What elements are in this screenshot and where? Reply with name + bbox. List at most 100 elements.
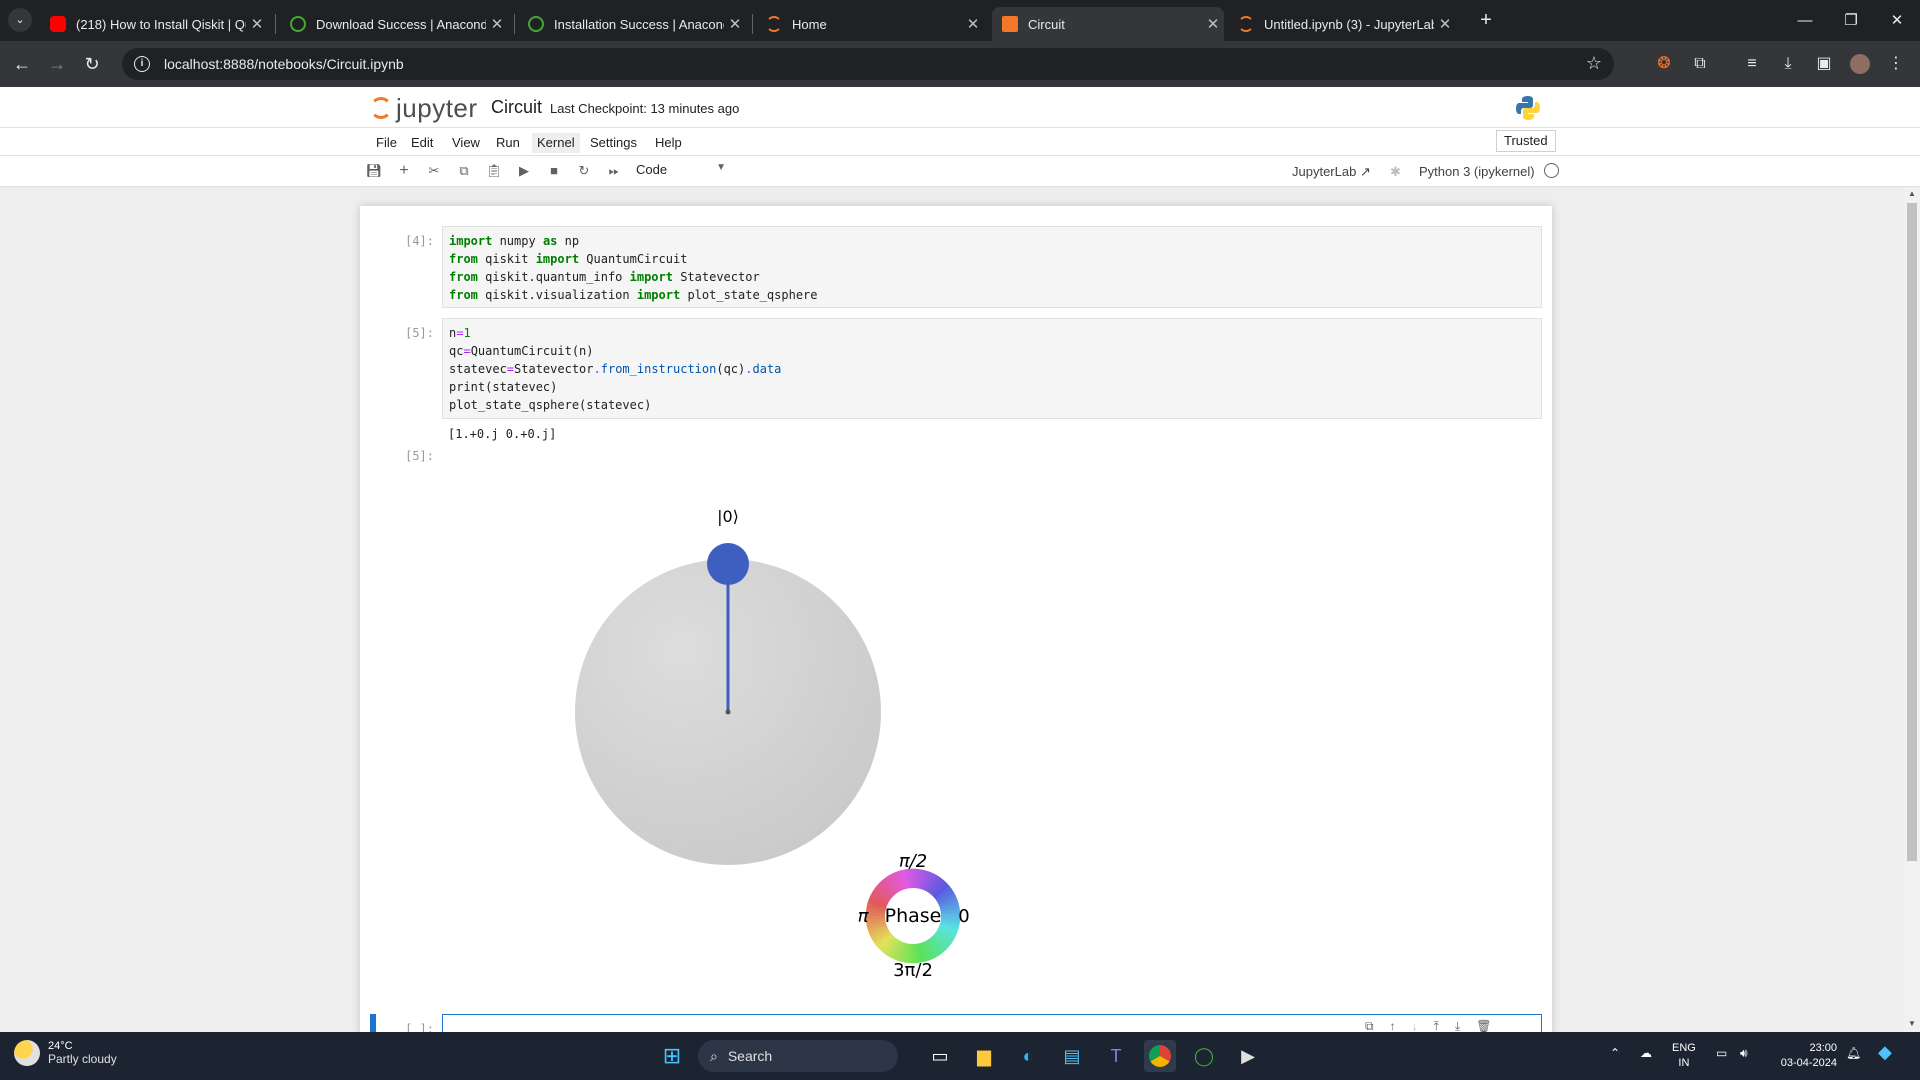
cell-type-select[interactable]: Code ▼ <box>636 162 726 181</box>
jupyter-icon <box>766 16 782 32</box>
copilot-icon[interactable]: ◆ <box>1878 1042 1892 1063</box>
menu-settings[interactable]: Settings <box>585 133 642 153</box>
jupyterlab-link[interactable]: JupyterLab ↗ <box>1292 164 1371 180</box>
extensions-puzzle-icon[interactable]: ⧉ <box>1688 52 1712 76</box>
task-view-icon[interactable]: ▭ <box>924 1040 956 1072</box>
save-icon[interactable]: 💾︎ <box>364 161 384 181</box>
scroll-down-icon[interactable]: ▼ <box>1908 1019 1916 1028</box>
download-icon[interactable]: ⤓ <box>1776 52 1800 76</box>
close-window-button[interactable]: ✕ <box>1874 6 1920 36</box>
browser-tab-strip: ⌄ (218) How to Install Qiskit | Qua ✕ Do… <box>0 0 1920 41</box>
browser-tab-2[interactable]: Installation Success | Anaconda ✕ <box>518 7 746 41</box>
notebook-toolbar: 💾︎ + ✂ ⧉ 📋︎ ▶ ■ ↻ ⏩︎ Code ▼ JupyterLab ↗… <box>0 156 1920 187</box>
store-icon[interactable]: ▤ <box>1056 1040 1088 1072</box>
notebook-panel: [4]: import numpy as np from qiskit impo… <box>360 206 1552 1036</box>
phase-wheel: Phase π/2 π 0 3π/2 <box>858 851 970 981</box>
tray-overflow-icon[interactable]: ⌃ <box>1610 1046 1620 1060</box>
clock-date: 03-04-2024 <box>1780 1057 1837 1069</box>
network-icon[interactable]: ▭ <box>1716 1046 1727 1060</box>
phase-tick-right: 0 <box>958 906 969 927</box>
windows-taskbar: 24°C Partly cloudy ⊞ ⌕ Search ▭ ▆ ◐ ▤ T … <box>0 1032 1920 1080</box>
browser-tab-5[interactable]: Untitled.ipynb (3) - JupyterLab ✕ <box>1228 7 1456 41</box>
weather-widget[interactable]: 24°C Partly cloudy <box>14 1040 117 1066</box>
teams-icon[interactable]: T <box>1100 1040 1132 1072</box>
clock-time: 23:00 <box>1809 1042 1837 1054</box>
close-icon[interactable]: ✕ <box>246 15 268 33</box>
back-icon[interactable]: ← <box>8 50 36 78</box>
jupyter-icon <box>1238 16 1254 32</box>
start-button[interactable]: ⊞ <box>656 1040 688 1072</box>
clock[interactable]: 23:00 03-04-2024 <box>1775 1041 1837 1071</box>
anaconda-taskbar-icon[interactable]: ◯ <box>1188 1040 1220 1072</box>
stop-icon[interactable]: ■ <box>544 161 564 181</box>
cut-icon[interactable]: ✂ <box>424 161 444 181</box>
media-control-icon[interactable]: ≡ <box>1740 52 1764 76</box>
cell-prompt: [4]: <box>405 234 434 248</box>
run-all-icon[interactable]: ⏩︎ <box>604 161 624 181</box>
external-link-icon: ↗ <box>1359 164 1371 179</box>
debugger-icon[interactable]: ✱ <box>1390 164 1401 180</box>
chevron-down-icon: ▼ <box>716 162 726 173</box>
minimize-button[interactable]: — <box>1782 6 1828 36</box>
tab-search-button[interactable]: ⌄ <box>8 8 32 32</box>
scrollbar-thumb[interactable] <box>1907 203 1917 861</box>
new-tab-button[interactable]: + <box>1472 8 1500 34</box>
menu-view[interactable]: View <box>447 133 485 153</box>
onedrive-icon[interactable]: ☁ <box>1640 1046 1652 1060</box>
close-icon[interactable]: ✕ <box>1434 15 1456 33</box>
chrome-icon[interactable] <box>1144 1040 1176 1072</box>
browser-menu-icon[interactable]: ⋮ <box>1884 52 1908 76</box>
extension-icon[interactable]: ❂ <box>1652 52 1676 76</box>
page-scrollbar[interactable]: ▲ ▼ <box>1904 187 1920 1036</box>
volume-icon[interactable]: 🔊︎ <box>1740 1046 1748 1061</box>
copy-icon[interactable]: ⧉ <box>454 161 474 181</box>
menu-kernel[interactable]: Kernel <box>532 133 580 153</box>
menu-edit[interactable]: Edit <box>406 133 438 153</box>
kernel-name[interactable]: Python 3 (ipykernel) <box>1419 164 1535 179</box>
language-indicator[interactable]: ENG IN <box>1672 1041 1696 1071</box>
browser-tab-0[interactable]: (218) How to Install Qiskit | Qua ✕ <box>40 7 268 41</box>
edge-icon[interactable]: ◐ <box>1012 1040 1044 1072</box>
taskbar-search[interactable]: ⌕ Search <box>698 1040 898 1072</box>
jupyter-logo-text: jupyter <box>396 92 478 123</box>
tab-title: Download Success | Anaconda <box>316 16 486 32</box>
site-info-icon[interactable]: i <box>134 56 150 72</box>
reload-icon[interactable]: ↻ <box>78 50 106 78</box>
notification-bell-icon[interactable]: 🔔︎ <box>1846 1046 1861 1060</box>
browser-tab-1[interactable]: Download Success | Anaconda ✕ <box>280 7 508 41</box>
profile-avatar[interactable] <box>1848 52 1872 76</box>
paste-icon[interactable]: 📋︎ <box>484 161 504 181</box>
url-text: localhost:8888/notebooks/Circuit.ipynb <box>164 56 404 72</box>
forward-icon[interactable]: → <box>43 50 71 78</box>
file-explorer-icon[interactable]: ▆ <box>968 1040 1000 1072</box>
tab-title: Home <box>792 16 827 32</box>
side-panel-icon[interactable]: ▣ <box>1812 52 1836 76</box>
lang-bottom: IN <box>1678 1057 1690 1069</box>
menu-run[interactable]: Run <box>491 133 525 153</box>
trusted-indicator[interactable]: Trusted <box>1496 130 1556 152</box>
notebook-title[interactable]: Circuit <box>491 97 542 118</box>
close-icon[interactable]: ✕ <box>724 15 746 33</box>
search-label: Search <box>727 1048 773 1064</box>
code-cell[interactable]: n=1 qc=QuantumCircuit(n) statevec=Statev… <box>442 318 1542 419</box>
menu-help[interactable]: Help <box>650 133 687 153</box>
address-bar[interactable]: i localhost:8888/notebooks/Circuit.ipynb… <box>122 48 1614 80</box>
jupyter-header: jupyter Circuit Last Checkpoint: 13 minu… <box>0 87 1920 128</box>
jupyter-logo[interactable]: jupyter <box>370 93 478 123</box>
terminal-icon[interactable]: ▶ <box>1232 1040 1264 1072</box>
close-icon[interactable]: ✕ <box>486 15 508 33</box>
python-logo-icon <box>1516 96 1540 120</box>
close-icon[interactable]: ✕ <box>1202 15 1224 33</box>
code-cell[interactable]: import numpy as np from qiskit import Qu… <box>442 226 1542 308</box>
browser-tab-3[interactable]: Home ✕ <box>756 7 984 41</box>
menu-file[interactable]: File <box>371 133 402 153</box>
tab-separator <box>752 14 753 34</box>
insert-cell-icon[interactable]: + <box>394 161 414 181</box>
bookmark-star-icon[interactable]: ☆ <box>1586 53 1602 74</box>
close-icon[interactable]: ✕ <box>962 15 984 33</box>
scroll-up-icon[interactable]: ▲ <box>1908 189 1916 198</box>
run-icon[interactable]: ▶ <box>514 161 534 181</box>
restore-button[interactable]: ❐ <box>1828 6 1874 36</box>
browser-tab-4[interactable]: Circuit ✕ <box>992 7 1224 41</box>
restart-icon[interactable]: ↻ <box>574 161 594 181</box>
